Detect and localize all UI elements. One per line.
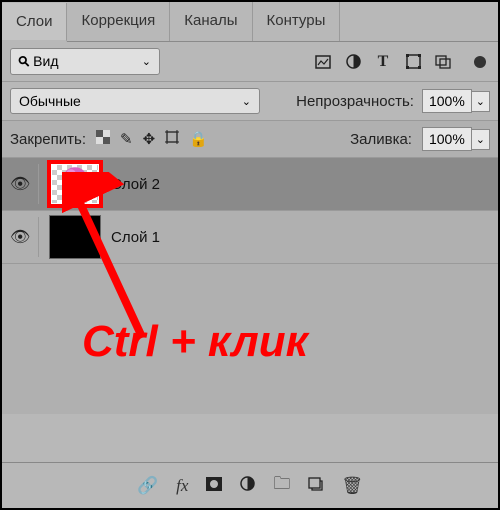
layer-row[interactable]: 👁 Слой 2 — [2, 158, 498, 211]
layer-name[interactable]: Слой 2 — [111, 176, 160, 193]
opacity-value[interactable]: 100% — [422, 89, 472, 113]
tab-correction[interactable]: Коррекция — [67, 2, 170, 41]
filter-adjust-icon[interactable] — [342, 51, 364, 73]
delete-layer-icon[interactable]: 🗑 — [341, 476, 363, 496]
lock-transparency-icon[interactable] — [96, 130, 110, 148]
layer-row[interactable]: 👁 Слой 1 — [2, 211, 498, 264]
blend-mode-dropdown[interactable]: Обычные ⌄ — [10, 88, 260, 114]
lock-all-icon[interactable]: 🔒 — [189, 130, 208, 148]
lock-position-icon[interactable]: ✥ — [143, 130, 156, 148]
tab-paths[interactable]: Контуры — [253, 2, 341, 41]
layers-list: 👁 Слой 2 👁 Слой 1 — [2, 158, 498, 264]
visibility-toggle[interactable]: 👁 — [10, 227, 28, 247]
filter-shape-icon[interactable] — [402, 51, 424, 73]
opacity-label: Непрозрачность: — [296, 93, 414, 110]
new-group-icon[interactable]: 🗀 — [273, 471, 290, 500]
chevron-down-icon: ⌄ — [242, 95, 251, 108]
filter-toolbar: ⚲ Вид ⌄ T — [2, 42, 498, 82]
link-layers-icon[interactable]: 🔗 — [137, 476, 158, 496]
fx-icon[interactable]: fx — [176, 476, 188, 496]
panel-tabs: Слои Коррекция Каналы Контуры — [2, 2, 498, 42]
filter-type-label: Вид — [33, 53, 58, 69]
fill-label: Заливка: — [350, 131, 412, 148]
filter-toggle[interactable] — [474, 56, 486, 68]
fill-control[interactable]: 100% ⌄ — [422, 127, 490, 151]
filter-type-dropdown[interactable]: ⚲ Вид ⌄ — [10, 48, 160, 75]
filter-smart-icon[interactable] — [432, 51, 454, 73]
lock-label: Закрепить: — [10, 131, 86, 148]
tab-channels[interactable]: Каналы — [170, 2, 252, 41]
add-mask-icon[interactable] — [206, 476, 222, 496]
search-icon: ⚲ — [14, 52, 33, 71]
lock-artboard-icon[interactable] — [165, 130, 179, 148]
new-layer-icon[interactable] — [308, 476, 323, 496]
opacity-chevron-icon[interactable]: ⌄ — [472, 91, 490, 112]
flower-icon — [57, 164, 93, 200]
blend-toolbar: Обычные ⌄ Непрозрачность: 100% ⌄ — [2, 82, 498, 121]
opacity-control[interactable]: 100% ⌄ — [422, 89, 490, 113]
layers-empty-area — [2, 264, 498, 414]
bottom-toolbar: 🔗 fx 🗀 🗑 — [2, 462, 498, 508]
new-adjustment-icon[interactable] — [240, 476, 255, 496]
fill-value[interactable]: 100% — [422, 127, 472, 151]
lock-image-icon[interactable]: ✎ — [120, 130, 133, 148]
fill-chevron-icon[interactable]: ⌄ — [472, 129, 490, 150]
visibility-toggle[interactable]: 👁 — [10, 174, 28, 194]
layer-name[interactable]: Слой 1 — [111, 229, 160, 246]
layer-thumbnail[interactable] — [49, 215, 101, 259]
layers-panel: Слои Коррекция Каналы Контуры ⚲ Вид ⌄ T … — [0, 0, 500, 510]
chevron-down-icon: ⌄ — [142, 55, 151, 68]
tab-layers[interactable]: Слои — [2, 3, 67, 42]
layer-thumbnail[interactable] — [49, 162, 101, 206]
filter-pixel-icon[interactable] — [312, 51, 334, 73]
blend-mode-label: Обычные — [19, 93, 81, 109]
lock-toolbar: Закрепить: ✎ ✥ 🔒 Заливка: 100% ⌄ — [2, 121, 498, 158]
filter-text-icon[interactable]: T — [372, 51, 394, 73]
